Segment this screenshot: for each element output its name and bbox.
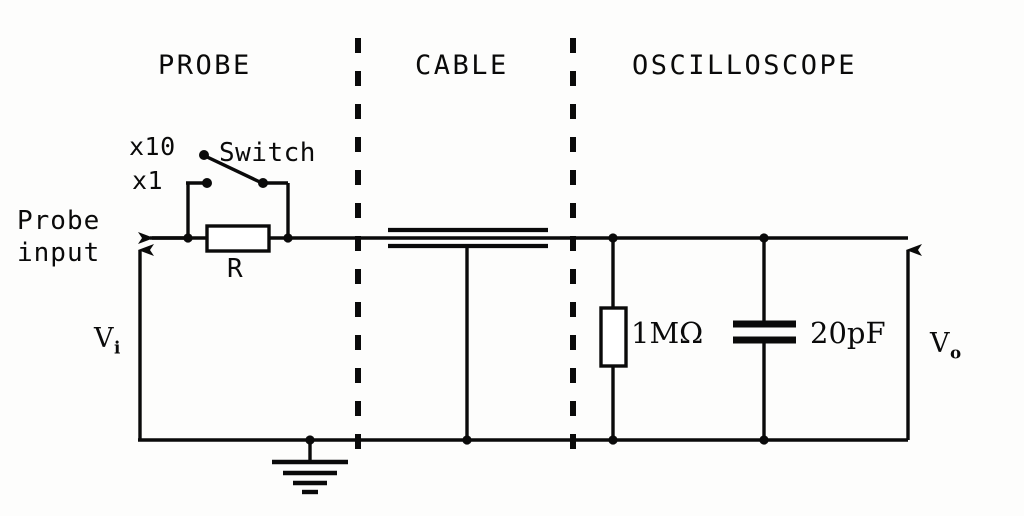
scope-capacitor-value-label: 20pF xyxy=(810,316,886,350)
circuit-schematic-svg xyxy=(138,38,922,495)
cable-shield-ground-lead xyxy=(462,246,472,445)
input-voltage-subscript: i xyxy=(114,337,121,358)
circuit-diagram: PROBE CABLE OSCILLOSCOPE x10 x1 Switch P… xyxy=(0,0,1024,516)
ground-symbol xyxy=(272,435,348,495)
input-voltage-label: Vi xyxy=(94,323,121,358)
input-voltage-symbol: V xyxy=(94,323,114,354)
section-title-cable: CABLE xyxy=(415,50,509,81)
output-voltage-symbol: V xyxy=(930,328,950,359)
scope-resistor-value-label: 1MΩ xyxy=(631,316,704,350)
switch-label-x10: x10 xyxy=(129,132,176,161)
section-title-oscilloscope: OSCILLOSCOPE xyxy=(632,50,858,81)
junction-dot-probe-right xyxy=(283,233,293,243)
probe-resistor-symbol xyxy=(205,224,271,253)
scope-capacitor-branch xyxy=(733,233,796,445)
junction-dot-probe-left xyxy=(183,233,193,243)
section-title-probe: PROBE xyxy=(158,50,252,81)
switch-label-x1: x1 xyxy=(132,166,164,195)
scope-resistor-branch xyxy=(599,233,628,445)
switch-label: Switch xyxy=(219,138,316,168)
output-voltage-subscript: o xyxy=(950,342,962,363)
probe-input-label-line2: input xyxy=(17,238,101,268)
probe-input-label-line1: Probe xyxy=(17,206,101,236)
output-voltage-label: Vo xyxy=(930,328,962,363)
switch-terminal-x1[interactable] xyxy=(202,178,212,188)
probe-resistor-label: R xyxy=(227,254,244,284)
switch-terminal-x10[interactable] xyxy=(199,150,209,160)
switch-pole-dot[interactable] xyxy=(258,178,268,188)
